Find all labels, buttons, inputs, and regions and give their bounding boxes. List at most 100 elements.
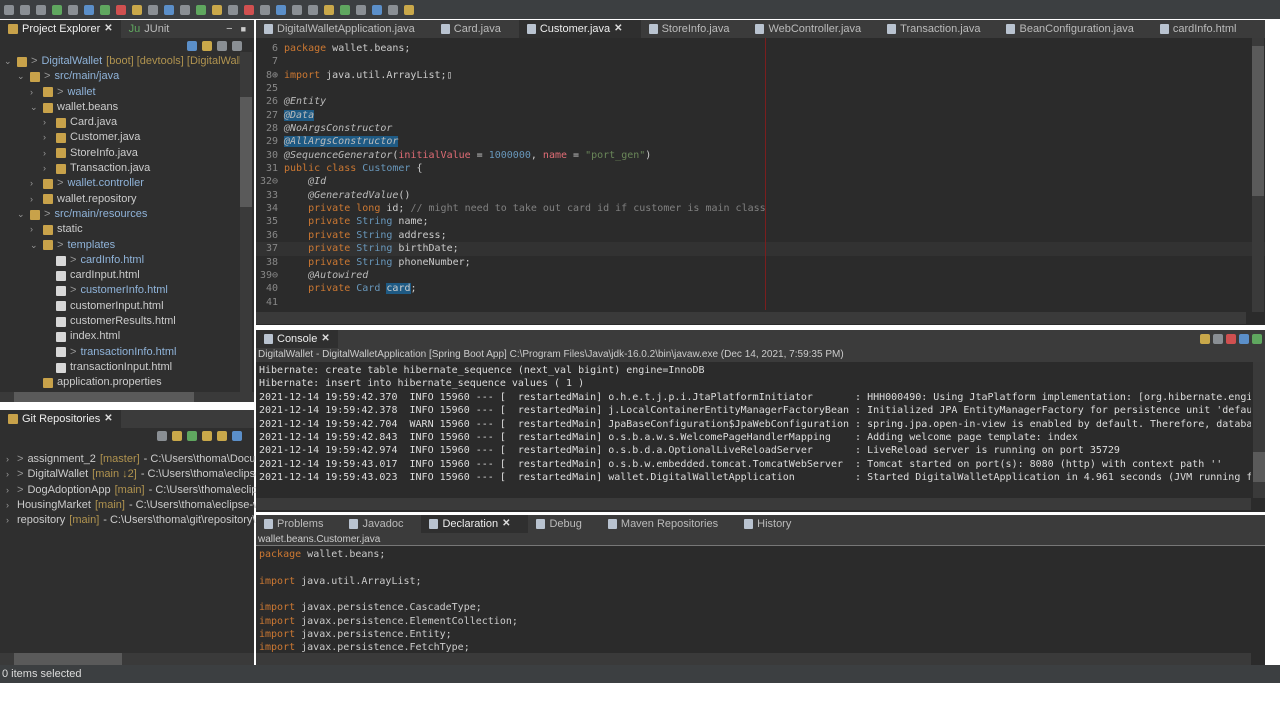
code-editor[interactable]: 6 package wallet.beans; 7 8⊕ import java.uti…: [256, 38, 1265, 309]
tab-digitalwalletapplication-java[interactable]: DigitalWalletApplication.java: [256, 20, 433, 38]
tab-project-explorer[interactable]: Project Explorer ✕: [0, 20, 121, 38]
terminate-relaunch-icon[interactable]: [1199, 334, 1210, 344]
toolbar-button-icon[interactable]: [164, 4, 174, 15]
add-repo-icon[interactable]: [172, 431, 182, 441]
console-output[interactable]: Hibernate: create table hibernate_sequen…: [256, 362, 1251, 485]
toolbar-button-icon[interactable]: [292, 4, 302, 15]
toolbar-button-icon[interactable]: [84, 4, 94, 15]
close-icon[interactable]: ✕: [104, 20, 112, 38]
tree-item[interactable]: ⌄ wallet.beans: [4, 100, 254, 115]
tree-item[interactable]: › Card.java: [4, 115, 254, 130]
tab-beanconfiguration-java[interactable]: BeanConfiguration.java: [998, 20, 1151, 38]
chevron-right-icon[interactable]: ›: [43, 161, 52, 176]
vertical-scrollbar[interactable]: [1253, 362, 1265, 498]
toolbar-button-icon[interactable]: [404, 4, 414, 15]
link-icon[interactable]: [232, 431, 242, 441]
tab-history[interactable]: History: [736, 515, 809, 533]
toolbar-button-icon[interactable]: [52, 4, 62, 15]
pin-console-icon[interactable]: [1251, 334, 1262, 344]
toolbar-button-icon[interactable]: [244, 4, 254, 15]
tab-transaction-java[interactable]: Transaction.java: [879, 20, 998, 38]
minimize-button[interactable]: −: [226, 23, 232, 35]
tab-customer-java[interactable]: Customer.java ✕: [518, 20, 641, 38]
tree-item[interactable]: › Customer.java: [4, 130, 254, 145]
toolbar-button-icon[interactable]: [356, 4, 366, 15]
tree-item[interactable]: › > wallet: [4, 85, 254, 100]
tree-item[interactable]: customerResults.html: [4, 314, 254, 329]
tree-item[interactable]: > customerInfo.html: [4, 283, 254, 298]
toolbar-button-icon[interactable]: [228, 4, 238, 15]
toolbar-button-icon[interactable]: [212, 4, 222, 15]
tree-item[interactable]: › Transaction.java: [4, 161, 254, 176]
tree-item[interactable]: ⌄ > src/main/resources: [4, 207, 254, 222]
tab-debug[interactable]: Debug: [528, 515, 599, 533]
refresh-icon[interactable]: [217, 431, 227, 441]
tab-storeinfo-java[interactable]: StoreInfo.java: [641, 20, 748, 38]
chevron-right-icon[interactable]: ›: [6, 452, 9, 467]
toolbar-button-icon[interactable]: [100, 4, 110, 15]
toolbar-button-icon[interactable]: [308, 4, 318, 15]
chevron-right-icon[interactable]: ›: [6, 467, 9, 482]
tab-console[interactable]: Console ✕: [256, 330, 338, 348]
horizontal-scrollbar[interactable]: [0, 653, 254, 665]
tree-item[interactable]: > cardInfo.html: [4, 253, 254, 268]
toolbar-button-icon[interactable]: [388, 4, 398, 15]
tree-item[interactable]: ⌄ > templates: [4, 238, 254, 253]
tree-item[interactable]: › wallet.repository: [4, 192, 254, 207]
chevron-right-icon[interactable]: ›: [43, 115, 52, 130]
tab-maven-repositories[interactable]: Maven Repositories: [600, 515, 736, 533]
tree-item[interactable]: › > wallet.controller: [4, 176, 254, 191]
toolbar-button-icon[interactable]: [180, 4, 190, 15]
tab-webcontroller-java[interactable]: WebController.java: [747, 20, 879, 38]
chevron-down-icon[interactable]: ⌄: [17, 69, 26, 84]
close-icon[interactable]: ✕: [502, 515, 510, 533]
toolbar-button-icon[interactable]: [148, 4, 158, 15]
close-icon[interactable]: ✕: [104, 410, 112, 428]
toolbar-button-icon[interactable]: [276, 4, 286, 15]
chevron-down-icon[interactable]: ⌄: [4, 54, 13, 69]
toolbar-button-icon[interactable]: [36, 4, 46, 15]
chevron-right-icon[interactable]: ›: [43, 130, 52, 145]
toolbar-button-icon[interactable]: [324, 4, 334, 15]
chevron-down-icon[interactable]: ⌄: [17, 207, 26, 222]
close-icon[interactable]: ✕: [614, 20, 622, 38]
tab-javadoc[interactable]: Javadoc: [341, 515, 421, 533]
toolbar-button-icon[interactable]: [260, 4, 270, 15]
close-icon[interactable]: ✕: [321, 330, 329, 348]
tab-cardinfo-html[interactable]: cardInfo.html: [1152, 20, 1255, 38]
chevron-right-icon[interactable]: ›: [30, 85, 39, 100]
tree-item[interactable]: customerInput.html: [4, 299, 254, 314]
vertical-scrollbar[interactable]: [1252, 38, 1264, 312]
toolbar-button-icon[interactable]: [116, 4, 126, 15]
tree-item[interactable]: application.properties: [4, 375, 254, 390]
collapse-icon[interactable]: [157, 431, 167, 441]
tree-item[interactable]: > transactionInfo.html: [4, 345, 254, 360]
git-repo-item[interactable]: › HousingMarket [main] - C:\Users\thoma\ecl…: [6, 498, 261, 513]
chevron-right-icon[interactable]: ›: [6, 483, 9, 498]
tab-card-java[interactable]: Card.java: [433, 20, 519, 38]
filter-icon[interactable]: [217, 41, 227, 51]
chevron-right-icon[interactable]: ›: [6, 513, 9, 528]
toolbar-button-icon[interactable]: [20, 4, 30, 15]
toolbar-button-icon[interactable]: [4, 4, 14, 15]
tree-item[interactable]: ⌄ > DigitalWallet [boot] [devtools] [Digita…: [4, 54, 254, 69]
clone-icon[interactable]: [187, 431, 197, 441]
terminate-icon[interactable]: [1225, 334, 1236, 344]
chevron-right-icon[interactable]: ›: [30, 222, 39, 237]
toolbar-button-icon[interactable]: [340, 4, 350, 15]
chevron-right-icon[interactable]: ›: [30, 176, 39, 191]
tree-item[interactable]: index.html: [4, 329, 254, 344]
maximize-button[interactable]: ■: [241, 24, 246, 34]
horizontal-scrollbar[interactable]: [256, 653, 1251, 665]
git-repo-item[interactable]: › > assignment_2 [master] - C:\Users\thoma\D…: [6, 452, 271, 467]
tree-item[interactable]: › static: [4, 222, 254, 237]
tab-declaration[interactable]: Declaration ✕: [421, 515, 529, 533]
toolbar-button-icon[interactable]: [196, 4, 206, 15]
vertical-scrollbar[interactable]: [240, 52, 252, 392]
chevron-right-icon[interactable]: ›: [30, 192, 39, 207]
tree-item[interactable]: transactionInput.html: [4, 360, 254, 375]
toolbar-button-icon[interactable]: [132, 4, 142, 15]
view-menu-icon[interactable]: [232, 41, 242, 51]
remove-launch-icon[interactable]: [1212, 334, 1223, 344]
tab-junit[interactable]: Ju JUnit: [121, 20, 178, 38]
